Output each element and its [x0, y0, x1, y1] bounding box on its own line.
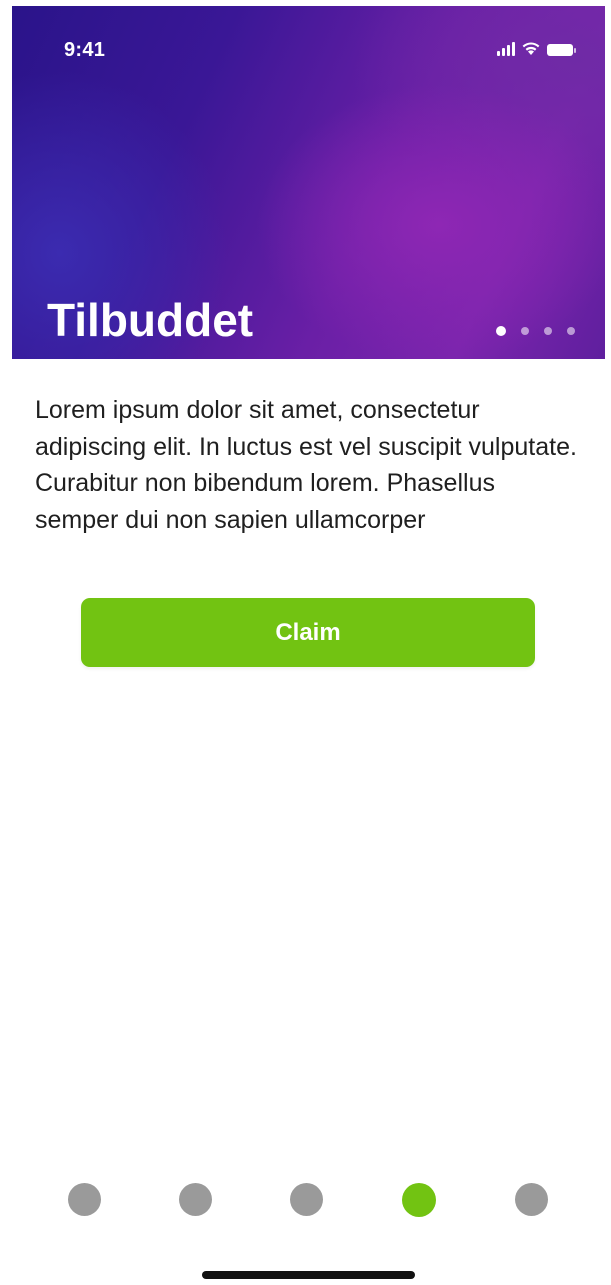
hero-dot[interactable] — [496, 326, 506, 336]
hero-dot[interactable] — [567, 327, 575, 335]
hero-dot[interactable] — [521, 327, 529, 335]
hero-banner[interactable]: 9:41 Tilbuddet — [12, 6, 605, 359]
hero-title: Tilbuddet — [47, 294, 254, 346]
page-dot[interactable] — [515, 1183, 548, 1216]
page-dot[interactable] — [179, 1183, 212, 1216]
claim-button[interactable]: Claim — [81, 598, 535, 667]
page-dot[interactable] — [290, 1183, 323, 1216]
hero-carousel-dots[interactable] — [496, 326, 575, 336]
battery-icon — [547, 44, 576, 56]
hero-dot[interactable] — [544, 327, 552, 335]
home-indicator[interactable] — [202, 1271, 415, 1279]
signal-icon — [497, 42, 515, 56]
offer-description: Lorem ipsum dolor sit amet, consectetur … — [35, 396, 577, 534]
status-icons — [497, 40, 576, 56]
status-time: 9:41 — [64, 39, 106, 61]
page-dot-active[interactable] — [402, 1183, 436, 1217]
offer-screen: 9:41 Tilbuddet Lorem ipsum dolor sit ame… — [0, 0, 611, 1285]
page-dot[interactable] — [68, 1183, 101, 1216]
wifi-icon — [522, 42, 540, 55]
page-indicator — [0, 1183, 611, 1219]
